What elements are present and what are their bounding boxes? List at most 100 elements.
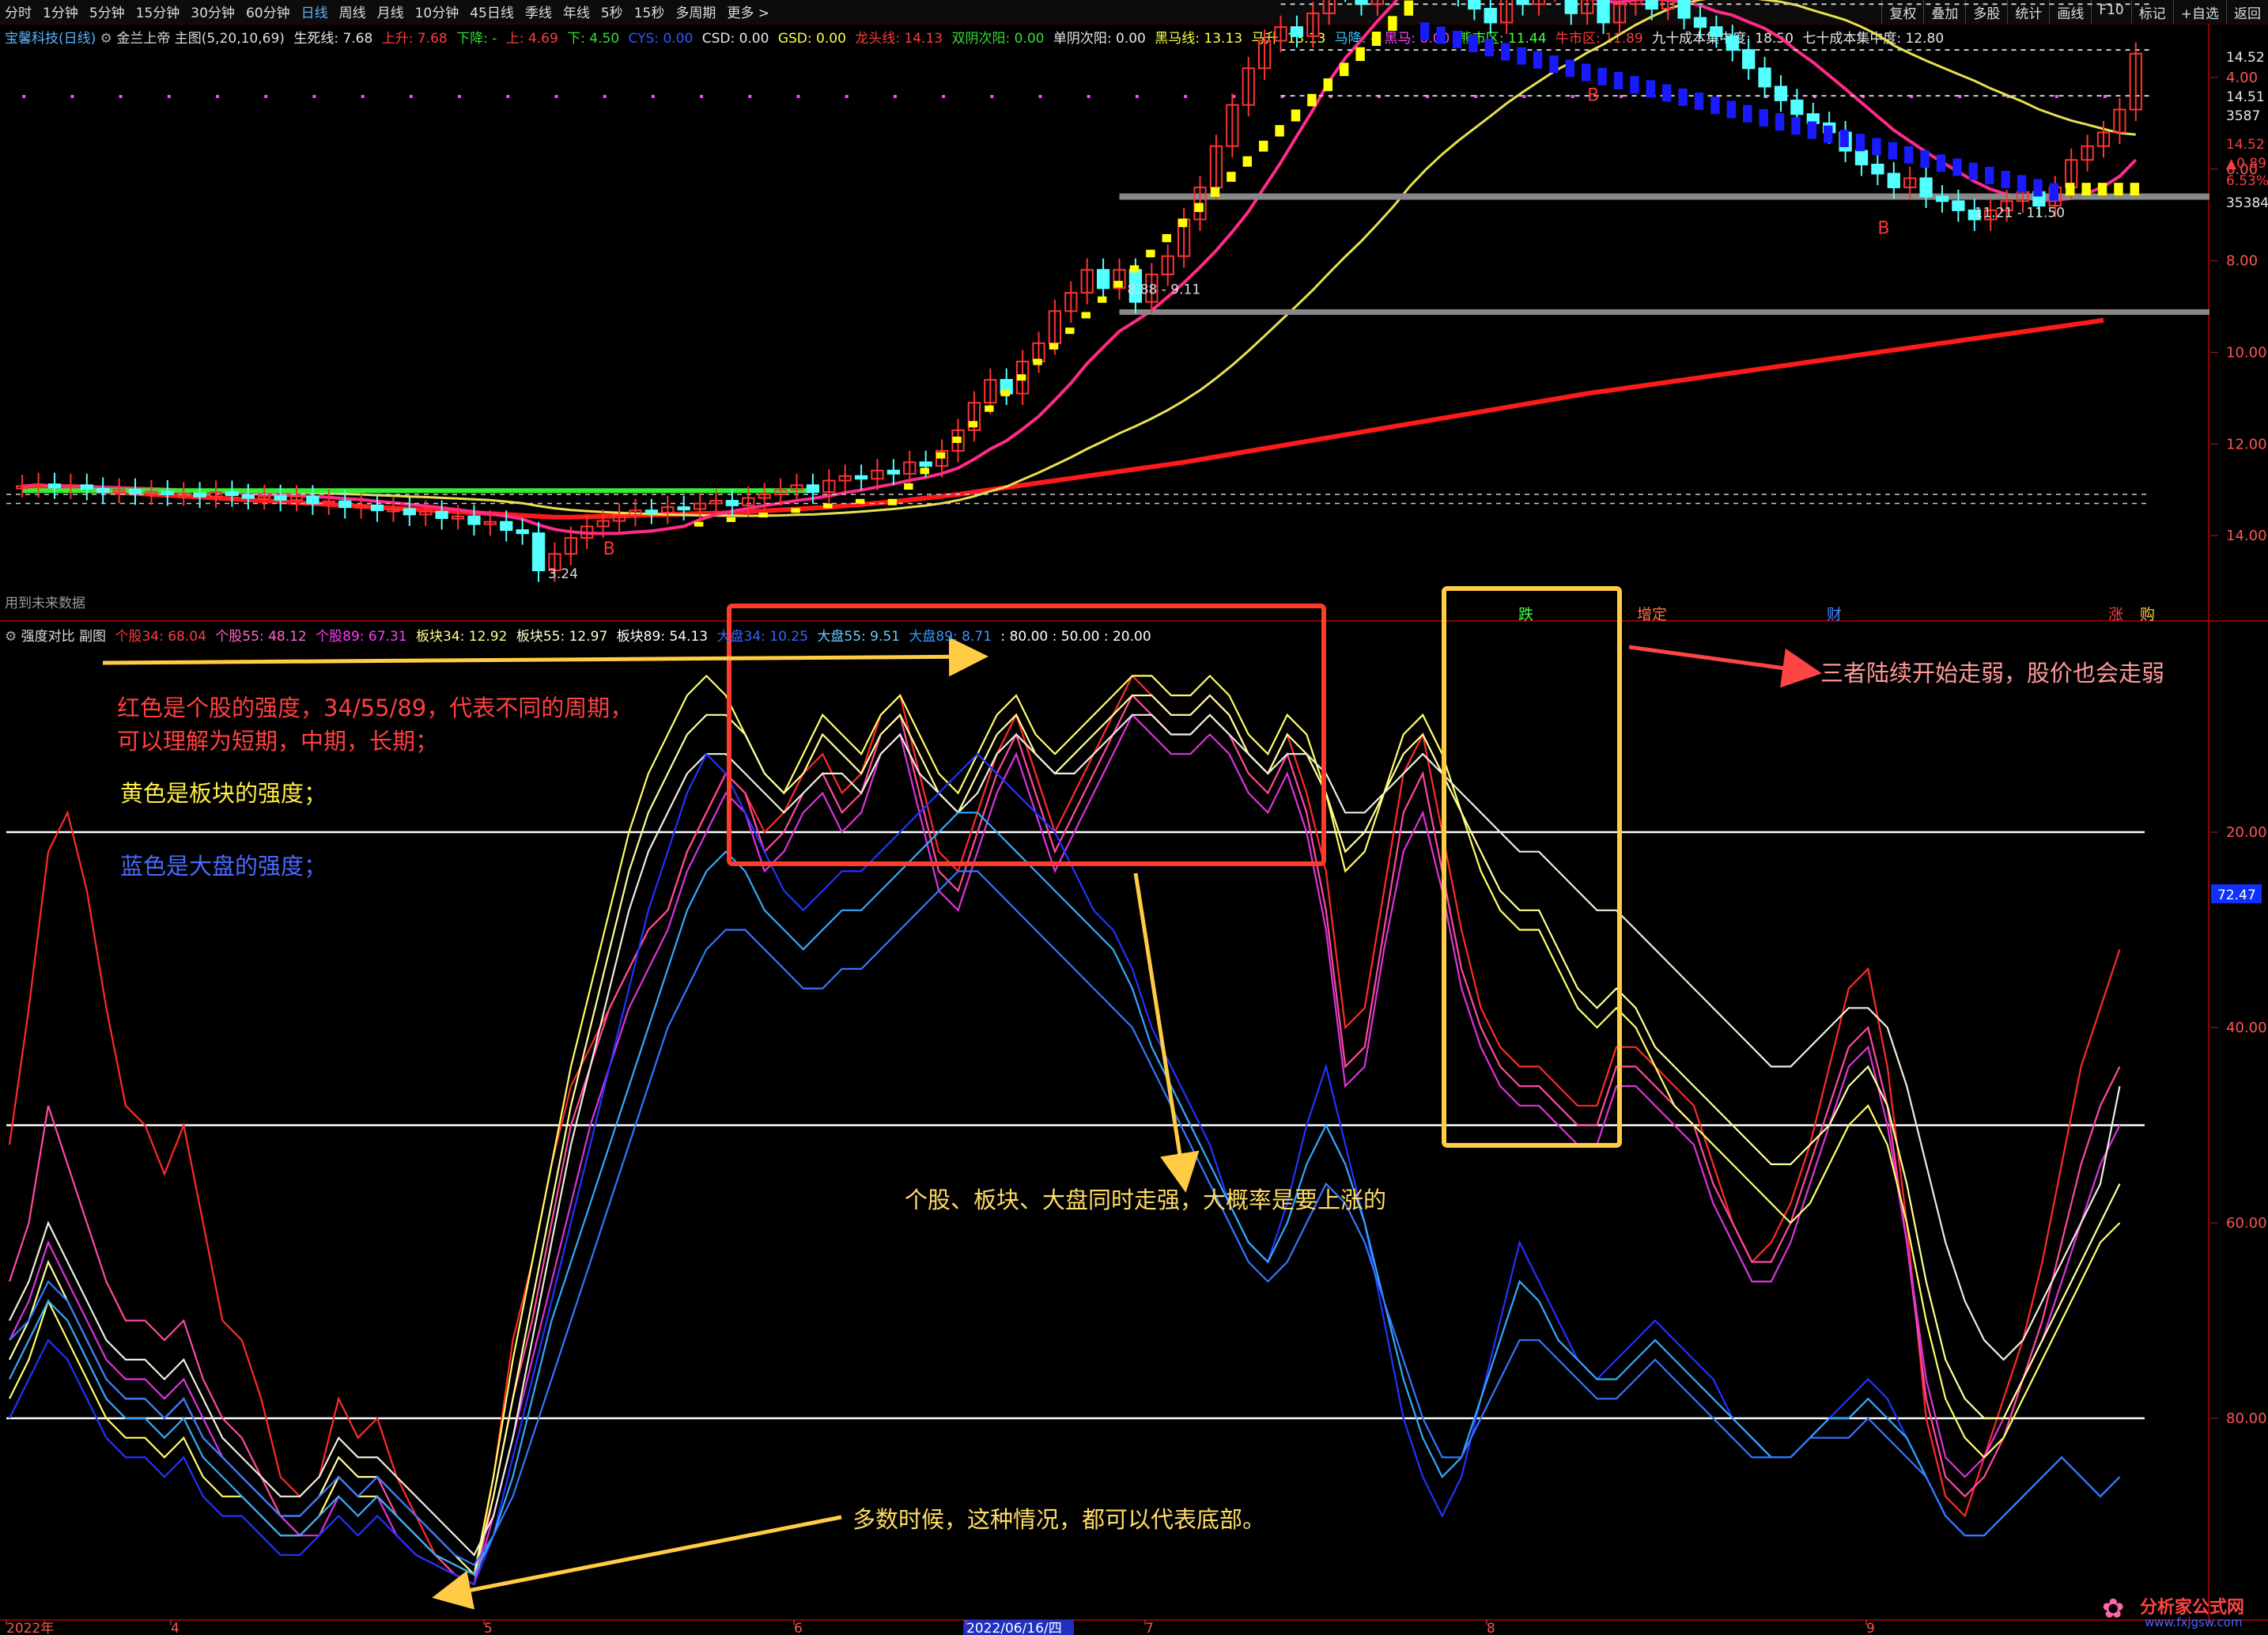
axis-label-sub: 40.00 <box>2226 1020 2267 1036</box>
event-label: 增定 <box>1637 606 1667 623</box>
top-dot <box>70 95 74 98</box>
annotation-right: 三者陆续开始走弱，股价也会走弱 <box>1820 660 2165 687</box>
trend-block <box>1775 113 1785 131</box>
trend-block <box>1872 138 1881 156</box>
trend-block <box>1968 162 1979 180</box>
b-mark: B <box>1877 219 1889 239</box>
sub-indicator-name[interactable]: 强度对比 副图 <box>21 629 106 645</box>
b-mark: B <box>1587 86 1599 106</box>
trend-block <box>1839 129 1849 147</box>
sub-value-9: : 80.00 : 50.00 : 20.00 <box>996 629 1151 645</box>
range-label: 11.21 - 11.50 <box>1975 206 2065 221</box>
candle-body <box>80 484 93 490</box>
annotation-red: 红色是个股的强度，34/55/89，代表不同的周期， 可以理解为短期，中期，长期… <box>117 691 633 758</box>
trend-block <box>1985 166 1994 184</box>
b-mark: B <box>603 539 615 559</box>
trend-block <box>2001 171 2010 189</box>
trend-block <box>1452 30 1462 48</box>
candle-body <box>1096 269 1110 290</box>
top-dot <box>1135 95 1139 98</box>
trend-block <box>726 517 736 522</box>
sub-value-1: 个股55: 48.12 <box>210 629 307 645</box>
top-dot <box>1571 95 1574 98</box>
strength-line-大盘89 <box>9 870 2121 1566</box>
trend-block <box>1904 146 1914 164</box>
event-label: 财 <box>1827 606 1842 623</box>
candle-body <box>338 500 352 509</box>
top-dot <box>2103 95 2107 98</box>
xaxis-label: 4 <box>171 1621 180 1635</box>
xaxis-label: 2022/06/16/四 <box>966 1621 1062 1635</box>
sub-value-8: 大盘89: 8.71 <box>905 629 992 645</box>
strength-line-个股89 <box>9 713 2121 1586</box>
trend-block <box>1694 93 1704 111</box>
trend-block <box>1065 327 1075 335</box>
trend-block <box>2049 183 2059 201</box>
trend-block <box>1177 218 1188 228</box>
top-dot <box>167 95 171 98</box>
top-dot <box>554 95 558 98</box>
candle-body <box>403 508 416 516</box>
candle-body <box>1952 200 1965 211</box>
axis-label-main: 4.00 <box>2226 70 2258 86</box>
axis-label-main: 14.00 <box>2226 528 2267 544</box>
top-dot <box>312 95 316 98</box>
top-dot <box>409 95 413 98</box>
xaxis-label: 5 <box>484 1621 493 1635</box>
annotation-yellow: 黄色是板块的强度； <box>120 780 327 807</box>
top-dot <box>1087 95 1091 98</box>
candle-body <box>1710 26 1723 37</box>
trend-block <box>2017 175 2027 193</box>
highlight-box-yellow <box>1442 586 1622 1148</box>
top-dot <box>700 95 704 98</box>
trend-block <box>694 521 704 527</box>
candle-body <box>854 475 868 480</box>
candle-body <box>1758 67 1771 88</box>
trend-block <box>985 405 994 412</box>
event-label: 购 <box>2140 606 2155 623</box>
candle-body <box>1693 17 1707 28</box>
candle-body <box>1919 177 1933 198</box>
sub-value-5: 板块89: 54.13 <box>612 629 709 645</box>
trend-block <box>1307 93 1317 107</box>
top-dot <box>1619 95 1623 98</box>
chart-canvas[interactable]: 14.0012.0010.008.006.004.0014.5214.51358… <box>0 0 2268 1635</box>
trend-block <box>2097 183 2107 196</box>
trend-block <box>1129 265 1140 273</box>
trend-block <box>1517 47 1526 65</box>
trend-block <box>1888 142 1898 160</box>
candle-body <box>1871 163 1884 175</box>
sub-value-7: 大盘55: 9.51 <box>812 629 900 645</box>
annotation-blue: 蓝色是大盘的强度； <box>120 853 327 880</box>
candle-body <box>128 489 142 494</box>
trend-block <box>1759 108 1768 127</box>
event-label: 涨 <box>2108 606 2123 623</box>
trend-block <box>1630 76 1639 94</box>
gear-icon[interactable]: ⚙ <box>5 629 17 645</box>
top-dot <box>942 95 946 98</box>
candle-body <box>1516 0 1529 6</box>
top-dot <box>893 95 897 98</box>
xaxis-label: 2022年 <box>6 1621 54 1635</box>
price-label: 14.52 <box>2226 50 2265 66</box>
top-dot <box>651 95 655 98</box>
candle-body <box>531 532 546 572</box>
strength-line-板块89 <box>9 713 2121 1557</box>
trend-block <box>1339 62 1349 77</box>
ma-yellow-line <box>22 0 2136 517</box>
arrow-right <box>1628 645 1822 688</box>
trend-block <box>1662 84 1672 102</box>
trend-block <box>1484 39 1495 57</box>
annotation-red-line1: 红色是个股的强度，34/55/89，代表不同的周期， <box>117 694 633 721</box>
trend-block <box>1033 358 1042 365</box>
trend-block <box>952 436 962 443</box>
trend-block <box>1582 63 1591 81</box>
trend-block <box>758 513 768 518</box>
axis-label-main: 12.00 <box>2226 436 2267 452</box>
axis-label-main: 8.00 <box>2226 253 2258 270</box>
candle-body <box>1774 85 1788 101</box>
top-dot <box>845 95 849 98</box>
watermark: ✿ 分析家公式网 www.fxjgsw.com <box>2102 1590 2260 1633</box>
top-dot <box>1522 95 1526 98</box>
candle-body <box>225 491 239 497</box>
